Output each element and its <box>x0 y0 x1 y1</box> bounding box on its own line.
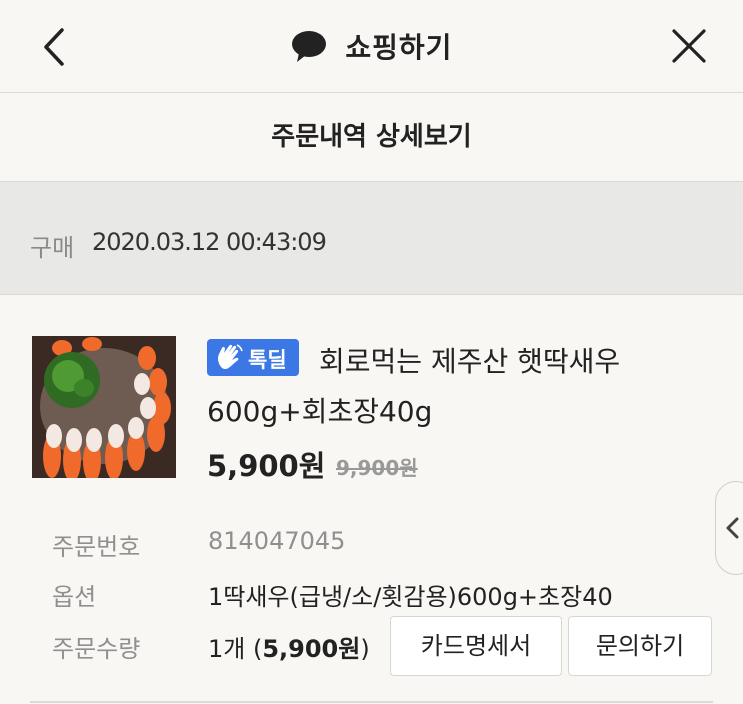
top-bar: 쇼핑하기 <box>0 0 743 93</box>
side-panel-tab[interactable] <box>715 481 743 575</box>
divider <box>30 701 713 703</box>
quantity-value: 1개 (5,900원) <box>208 629 370 664</box>
quantity-prefix: 1개 ( <box>208 635 263 663</box>
close-button[interactable] <box>669 26 709 66</box>
chevron-left-small-icon <box>726 517 739 539</box>
quantity-price: 5,900원 <box>262 635 361 663</box>
inquiry-button[interactable]: 문의하기 <box>568 616 712 676</box>
order-card: 회로먹는 제주산 햇딱새우 600g+회초장40g 톡딜 5,900원 9,90… <box>0 295 743 704</box>
tokdeal-badge: 톡딜 <box>207 339 299 376</box>
purchase-date-bar: 구매 2020.03.12 00:43:09 <box>0 182 743 295</box>
option-label: 옵션 <box>52 583 97 611</box>
option-value: 1딱새우(급냉/소/횟감용)600g+초장40 <box>208 583 613 611</box>
product-image <box>32 336 176 478</box>
card-receipt-button[interactable]: 카드명세서 <box>390 616 562 676</box>
product-thumbnail[interactable] <box>32 336 176 478</box>
product-price: 5,900원 <box>207 449 326 483</box>
page-title: 주문내역 상세보기 <box>0 93 743 182</box>
badge-label: 톡딜 <box>248 348 287 372</box>
order-number-label: 주문번호 <box>52 533 141 561</box>
app-title-label: 쇼핑하기 <box>345 31 453 64</box>
close-icon <box>672 29 706 63</box>
quantity-suffix: ) <box>360 635 370 663</box>
purchase-label: 구매 <box>30 234 75 262</box>
original-price: 9,900원 <box>336 456 418 480</box>
quantity-label: 주문수량 <box>52 635 141 663</box>
purchase-datetime: 2020.03.12 00:43:09 <box>92 228 327 256</box>
app-title: 쇼핑하기 <box>0 26 743 66</box>
chat-bubble-icon <box>291 31 326 62</box>
order-number-value: 814047045 <box>208 527 346 555</box>
waving-hand-icon <box>218 344 243 370</box>
